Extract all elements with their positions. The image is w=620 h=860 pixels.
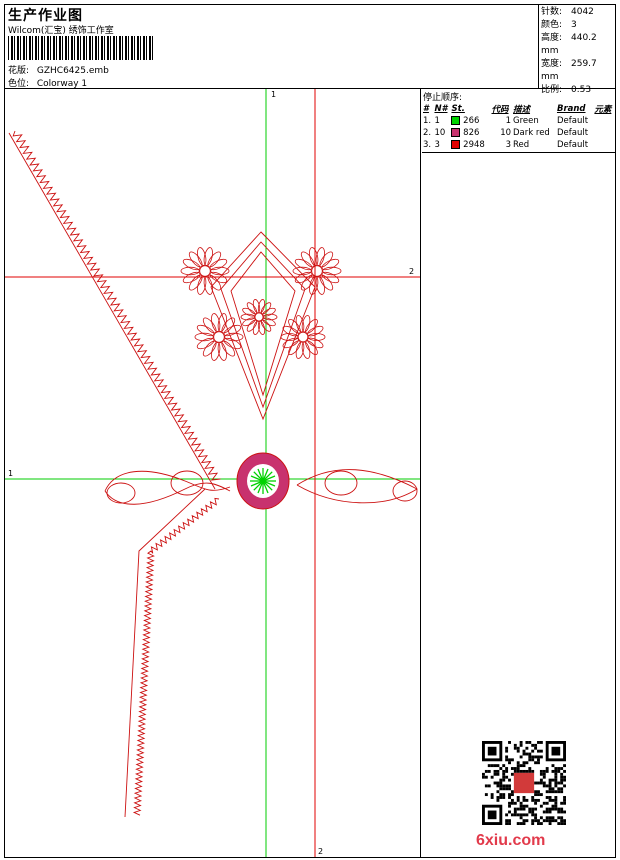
stop-st: 2948 [450, 139, 490, 151]
stat-width-label: 宽度: [541, 59, 563, 69]
col-n: N# [434, 104, 448, 114]
flower-centre [199, 265, 211, 277]
stop-code: 10 [500, 128, 512, 138]
stop-n: 3 [434, 140, 440, 150]
embroidery-preview: 1 1 2 2 [5, 89, 420, 857]
page-title: 生产作业图 [8, 8, 83, 24]
stop-st: 826 [450, 127, 490, 139]
stat-colors: 颜色: 3 [541, 19, 615, 32]
stop-code: 1 [505, 116, 512, 126]
stem-lower-zigzag [132, 497, 220, 816]
stop-idx: 3. [423, 140, 432, 150]
stat-height-label: 高度: [541, 33, 563, 43]
qr-code-icon [482, 741, 566, 825]
website-watermark: 6xiu.com [476, 832, 546, 849]
stat-colors-value: 3 [571, 20, 577, 30]
loop-left-mid [170, 470, 204, 496]
production-sheet: 生产作业图 Wilcom(汇宝) 绣饰工作室 花版: GZHC6425.emb … [4, 4, 616, 858]
stop-idx: 2. [423, 128, 432, 138]
flower-centre [311, 265, 323, 277]
header: 生产作业图 Wilcom(汇宝) 绣饰工作室 花版: GZHC6425.emb … [5, 5, 615, 95]
guide-label-red-right: 2 [409, 267, 414, 276]
design-file: 花版: GZHC6425.emb [8, 63, 109, 76]
stat-height: 高度: 440.2 mm [541, 32, 615, 58]
barcode-icon [8, 36, 154, 60]
colorway: 色位: Colorway 1 [8, 76, 87, 89]
stop-sequence-table: # N# St. 代码 描述 Brand 元素 1. 1 266 1 Green Def… [422, 103, 615, 151]
color-swatch [451, 140, 461, 149]
flower-centre [213, 331, 225, 343]
guide-label-green-left: 1 [8, 469, 13, 478]
flower-centre [254, 312, 264, 322]
guide-label-red-bottom: 2 [318, 847, 323, 856]
stop-brand: Default [556, 140, 589, 150]
color-swatch [451, 128, 461, 137]
loop-left-bottom [104, 482, 231, 505]
stop-idx: 1. [423, 116, 432, 126]
stop-st: 266 [450, 115, 490, 127]
stop-row: 2. 10 826 10 Dark red Default [422, 127, 615, 139]
stem-diagonal-zigzag [12, 130, 221, 481]
stat-colors-label: 颜色: [541, 20, 563, 30]
design-file-value: GZHC6425.emb [36, 66, 109, 76]
color-swatch [451, 116, 461, 125]
col-brand: Brand [556, 104, 586, 114]
stop-n: 10 [434, 128, 446, 138]
col-idx: # [423, 104, 429, 114]
col-desc: 描述 [513, 105, 531, 115]
guide-label-green-top: 1 [271, 90, 276, 99]
centre-green-burst [250, 468, 276, 494]
stop-sequence-title: 停止顺序: [423, 93, 463, 103]
loop-left-end [106, 482, 136, 504]
stop-brand: Default [556, 128, 589, 138]
stop-brand: Default [556, 116, 589, 126]
col-element: 元素 [594, 105, 612, 115]
stop-sequence-panel: 停止顺序: # N# St. 代码 描述 Brand 元素 1. 1 266 1 Gr… [422, 89, 615, 153]
stat-width: 宽度: 259.7 mm [541, 58, 615, 84]
col-code: 代码 [491, 105, 509, 115]
design-file-label: 花版: [8, 66, 30, 76]
flower-centre [297, 331, 309, 343]
stem-diagonal-line [8, 132, 216, 490]
stat-stitches-label: 针数: [541, 7, 563, 17]
design-canvas: 1 1 2 2 [5, 89, 421, 857]
header-info: 生产作业图 Wilcom(汇宝) 绣饰工作室 花版: GZHC6425.emb … [5, 5, 539, 89]
design-stats: 针数: 4042 颜色: 3 高度: 440.2 mm 宽度: 259.7 mm 比例:… [541, 6, 615, 97]
col-st: St. [451, 104, 465, 114]
stop-desc: Green [513, 116, 539, 126]
stop-desc: Dark red [513, 128, 550, 138]
side-panel: 停止顺序: # N# St. 代码 描述 Brand 元素 1. 1 266 1 Gr… [422, 89, 615, 857]
stop-code: 3 [505, 140, 512, 150]
colorway-label: 色位: [8, 79, 30, 89]
studio-name: Wilcom(汇宝) 绣饰工作室 [8, 26, 114, 36]
stop-table-header: # N# St. 代码 描述 Brand 元素 [422, 103, 615, 115]
stop-n: 1 [434, 116, 440, 126]
stop-row: 3. 3 2948 3 Red Default [422, 139, 615, 151]
stop-desc: Red [513, 140, 530, 150]
seal-stamp-icon [513, 772, 535, 794]
stat-stitches: 针数: 4042 [541, 6, 615, 19]
stat-stitches-value: 4042 [571, 7, 594, 17]
loop-right-mid [324, 470, 358, 496]
flower-cluster [180, 247, 342, 361]
stop-row: 1. 1 266 1 Green Default [422, 115, 615, 127]
colorway-value: Colorway 1 [36, 79, 88, 89]
